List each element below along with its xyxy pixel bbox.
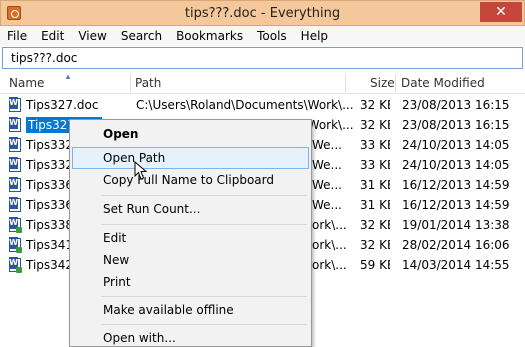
file-date: 24/10/2013 14:05 — [402, 158, 510, 172]
file-size: 32 KB — [360, 118, 390, 132]
column-header: ▲ Name Path Size Date Modified — [0, 72, 525, 94]
word-doc-icon — [9, 137, 21, 152]
sort-ascending-icon: ▲ — [64, 72, 72, 81]
column-name[interactable]: Name — [9, 72, 44, 94]
menu-item-edit[interactable]: Edit — [72, 227, 309, 249]
word-doc-icon — [9, 237, 22, 253]
file-size: 32 KB — [360, 218, 390, 232]
file-size: 31 KB — [360, 198, 390, 212]
mouse-pointer-icon — [134, 161, 148, 180]
menu-item-open-path[interactable]: Open Path — [72, 147, 309, 169]
menu-separator — [101, 296, 307, 297]
file-size: 31 KB — [360, 178, 390, 192]
word-doc-icon — [9, 157, 21, 172]
word-doc-icon — [9, 117, 21, 132]
file-date: 28/02/2014 16:06 — [402, 238, 510, 252]
column-path[interactable]: Path — [135, 72, 161, 94]
word-doc-icon — [9, 177, 21, 192]
file-size: 32 KB — [360, 238, 390, 252]
menu-tools[interactable]: Tools — [250, 26, 294, 46]
column-divider[interactable] — [395, 74, 396, 92]
menu-separator — [101, 224, 307, 225]
column-divider[interactable] — [130, 74, 131, 92]
menu-item-print[interactable]: Print — [72, 271, 309, 293]
menu-separator — [101, 195, 307, 196]
menu-help[interactable]: Help — [294, 26, 335, 46]
file-date: 23/08/2013 16:15 — [402, 118, 510, 132]
file-date: 14/03/2014 14:55 — [402, 258, 510, 272]
file-date: 24/10/2013 14:05 — [402, 138, 510, 152]
file-date: 16/12/2013 14:59 — [402, 178, 510, 192]
file-size: 33 KB — [360, 158, 390, 172]
word-doc-icon — [9, 197, 21, 212]
title-bar: tips???.doc - Everything ✕ — [0, 0, 525, 26]
window-title: tips???.doc - Everything — [184, 6, 341, 21]
menu-bookmarks[interactable]: Bookmarks — [169, 26, 250, 46]
menu-edit[interactable]: Edit — [34, 26, 71, 46]
file-name: Tips327.doc — [26, 98, 99, 112]
file-path: C:\Users\Roland\Documents\Work\... — [136, 98, 354, 112]
menu-search[interactable]: Search — [114, 26, 169, 46]
word-doc-icon — [9, 217, 22, 233]
column-size[interactable]: Size — [370, 72, 395, 94]
menu-separator — [101, 324, 307, 325]
search-box — [2, 47, 523, 69]
menu-bar: File Edit View Search Bookmarks Tools Help — [0, 26, 525, 46]
column-date-modified[interactable]: Date Modified — [401, 72, 485, 94]
word-doc-icon — [9, 257, 22, 273]
context-menu: Open Open Path Copy Full Name to Clipboa… — [69, 119, 312, 347]
column-divider[interactable] — [345, 74, 346, 92]
close-button[interactable]: ✕ — [480, 2, 522, 22]
file-date: 19/01/2014 13:38 — [402, 218, 510, 232]
file-size: 32 KB — [360, 98, 390, 112]
search-input[interactable] — [3, 48, 522, 68]
menu-item-make-available-offline[interactable]: Make available offline — [72, 299, 309, 321]
file-size: 59 KB — [360, 258, 390, 272]
menu-item-open[interactable]: Open — [72, 123, 309, 145]
menu-item-copy-full-name[interactable]: Copy Full Name to Clipboard — [72, 169, 309, 191]
file-date: 23/08/2013 16:15 — [402, 98, 510, 112]
menu-item-new[interactable]: New — [72, 249, 309, 271]
word-doc-icon — [9, 97, 21, 112]
menu-item-set-run-count[interactable]: Set Run Count... — [72, 198, 309, 220]
menu-item-open-with[interactable]: Open with... — [72, 327, 309, 346]
menu-view[interactable]: View — [71, 26, 113, 46]
file-size: 33 KB — [360, 138, 390, 152]
table-row[interactable]: Tips327.doc C:\Users\Roland\Documents\Wo… — [0, 95, 525, 115]
menu-file[interactable]: File — [0, 26, 34, 46]
file-date: 16/12/2013 14:59 — [402, 198, 510, 212]
